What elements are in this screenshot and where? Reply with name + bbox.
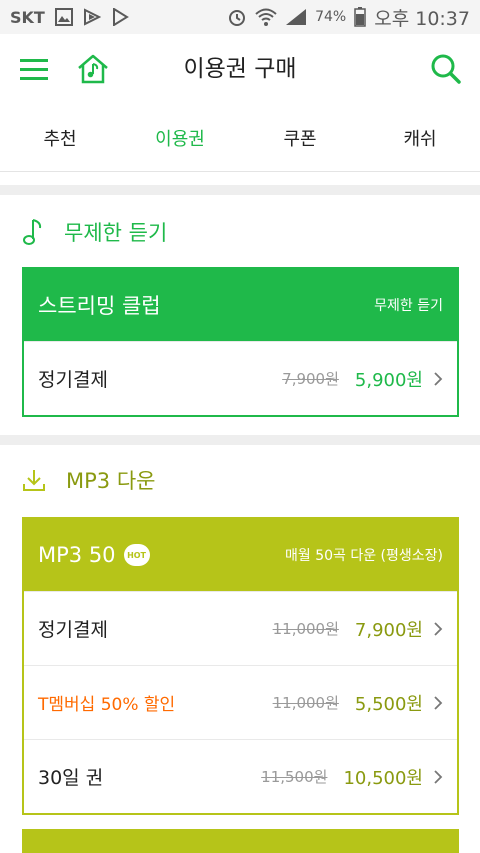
music-note-icon bbox=[23, 219, 42, 245]
wifi-icon bbox=[255, 7, 277, 27]
plan-option-row[interactable]: T멤버십 50% 할인 11,000원 5,500원 bbox=[24, 665, 457, 739]
plan-subtitle: 매월 50곡 다운 (평생소장) bbox=[284, 548, 443, 564]
plan-name: MP3 50 bbox=[38, 543, 116, 567]
sale-price: 5,500원 bbox=[354, 693, 423, 715]
plan-option-row[interactable]: 정기결제 7,900원 5,900원 bbox=[24, 341, 457, 415]
alarm-icon bbox=[227, 7, 247, 27]
status-bar: SKT 74% 오후 10:37 bbox=[0, 0, 480, 34]
plan-card-header[interactable]: 스트리밍 클럽 무제한 듣기 bbox=[24, 269, 457, 341]
download-icon bbox=[23, 470, 45, 491]
app-header: 이용권 구매 bbox=[0, 34, 480, 104]
search-icon bbox=[431, 54, 461, 84]
sale-price: 5,900원 bbox=[354, 369, 423, 391]
tab-recommend[interactable]: 추천 bbox=[0, 104, 120, 171]
original-price: 11,000원 bbox=[272, 620, 339, 638]
option-label-promo: T멤버십 50% 할인 bbox=[38, 695, 176, 715]
chevron-right-icon bbox=[433, 695, 443, 711]
plan-option-row[interactable]: 30일 권 11,500원 10,500원 bbox=[24, 739, 457, 813]
chevron-right-icon bbox=[433, 621, 443, 637]
section-divider bbox=[0, 435, 480, 445]
tab-coupon[interactable]: 쿠폰 bbox=[240, 104, 360, 171]
section-unlimited-heading: 무제한 듣기 bbox=[22, 214, 167, 250]
home-music-icon bbox=[78, 54, 108, 84]
plan-card-header[interactable]: MP3 50 HOT 매월 50곡 다운 (평생소장) bbox=[24, 519, 457, 591]
sale-price: 10,500원 bbox=[343, 767, 423, 789]
section-divider bbox=[0, 185, 480, 195]
original-price: 11,000원 bbox=[272, 694, 339, 712]
sale-price: 7,900원 bbox=[354, 619, 423, 641]
option-label: 30일 권 bbox=[38, 767, 104, 789]
gallery-notification-icon bbox=[54, 8, 73, 26]
menu-icon bbox=[20, 59, 48, 80]
option-label: 정기결제 bbox=[38, 369, 108, 391]
plan-subtitle: 무제한 듣기 bbox=[374, 298, 443, 314]
clock: 오후 10:37 bbox=[374, 7, 470, 30]
section-mp3-heading: MP3 다운 bbox=[22, 462, 155, 498]
section-title: MP3 다운 bbox=[66, 469, 156, 493]
hot-badge: HOT bbox=[123, 544, 150, 566]
menu-button[interactable] bbox=[14, 34, 54, 104]
tab-cash[interactable]: 캐쉬 bbox=[360, 104, 480, 171]
home-button[interactable] bbox=[72, 34, 114, 104]
original-price: 11,500원 bbox=[261, 768, 328, 786]
signal-icon bbox=[285, 8, 307, 26]
chevron-right-icon bbox=[433, 769, 443, 785]
plan-card-next[interactable] bbox=[22, 829, 459, 853]
plan-name: 스트리밍 클럽 bbox=[38, 294, 161, 318]
battery-percent: 74% bbox=[315, 9, 347, 25]
category-tabs: 추천 이용권 쿠폰 캐쉬 bbox=[0, 104, 480, 172]
chevron-right-icon bbox=[433, 371, 443, 387]
battery-icon bbox=[354, 7, 366, 27]
play-store-icon bbox=[111, 8, 129, 26]
plan-option-row[interactable]: 정기결제 11,000원 7,900원 bbox=[24, 591, 457, 665]
original-price: 7,900원 bbox=[282, 370, 339, 388]
plan-card-mp3-50: MP3 50 HOT 매월 50곡 다운 (평생소장) 정기결제 11,000원… bbox=[22, 517, 459, 815]
section-title: 무제한 듣기 bbox=[64, 221, 168, 245]
option-label: 정기결제 bbox=[38, 619, 108, 641]
tab-pass[interactable]: 이용권 bbox=[120, 104, 240, 171]
carrier-label: SKT bbox=[10, 7, 45, 27]
search-button[interactable] bbox=[426, 34, 466, 104]
app-notification-icon bbox=[83, 8, 101, 26]
plan-card-streaming-club: 스트리밍 클럽 무제한 듣기 정기결제 7,900원 5,900원 bbox=[22, 267, 459, 417]
